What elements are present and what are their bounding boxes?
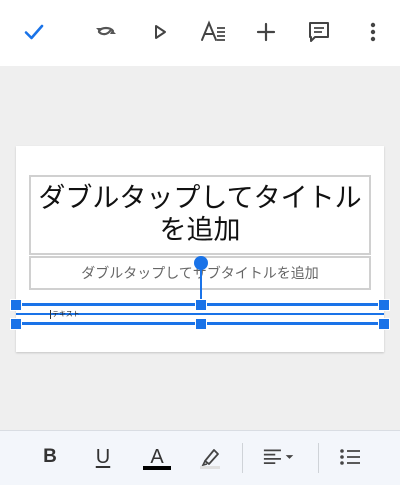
insert-button[interactable]: [248, 14, 284, 50]
resize-handle-bottom-center[interactable]: [195, 318, 207, 330]
title-placeholder[interactable]: ダブルタップしてタイトルを追加: [29, 175, 371, 255]
resize-handle-top-center[interactable]: [195, 299, 207, 311]
underline-label: U: [95, 445, 111, 468]
align-button[interactable]: [262, 439, 298, 475]
present-button[interactable]: [142, 14, 178, 50]
more-vert-icon: [370, 22, 376, 42]
undo-icon: [96, 26, 116, 36]
done-button[interactable]: [16, 14, 52, 50]
comment-button[interactable]: [301, 14, 337, 50]
rotation-handle-line: [200, 269, 202, 301]
text-color-indicator: [143, 466, 171, 470]
highlighter-icon: [200, 449, 220, 469]
rotation-handle[interactable]: [194, 256, 208, 270]
bold-button[interactable]: B: [32, 439, 68, 475]
resize-handle-top-right[interactable]: [378, 299, 390, 311]
text-format-icon: [201, 20, 225, 41]
underline-button[interactable]: U: [85, 439, 121, 475]
table-cell-text[interactable]: テキスト: [50, 310, 80, 319]
highlight-button[interactable]: [192, 439, 228, 475]
text-format-button[interactable]: [195, 14, 231, 50]
undo-button[interactable]: [88, 14, 124, 50]
more-options-button[interactable]: [355, 14, 391, 50]
top-toolbar: [0, 0, 400, 66]
plus-icon: [256, 22, 276, 42]
bulleted-list-icon: [340, 449, 360, 465]
toolbar-divider-2: [318, 443, 319, 473]
toolbar-divider: [242, 443, 243, 473]
comment-icon: [309, 22, 329, 42]
format-toolbar: B U A: [0, 430, 400, 485]
play-icon: [155, 25, 166, 39]
resize-handle-bottom-left[interactable]: [10, 318, 22, 330]
checkmark-icon: [24, 24, 44, 40]
bulleted-list-button[interactable]: [332, 439, 368, 475]
resize-handle-bottom-right[interactable]: [378, 318, 390, 330]
align-left-dropdown-icon: [263, 449, 294, 465]
title-placeholder-text: ダブルタップしてタイトルを追加: [38, 183, 362, 246]
resize-handle-top-left[interactable]: [10, 299, 22, 311]
bold-label: B: [43, 446, 57, 467]
